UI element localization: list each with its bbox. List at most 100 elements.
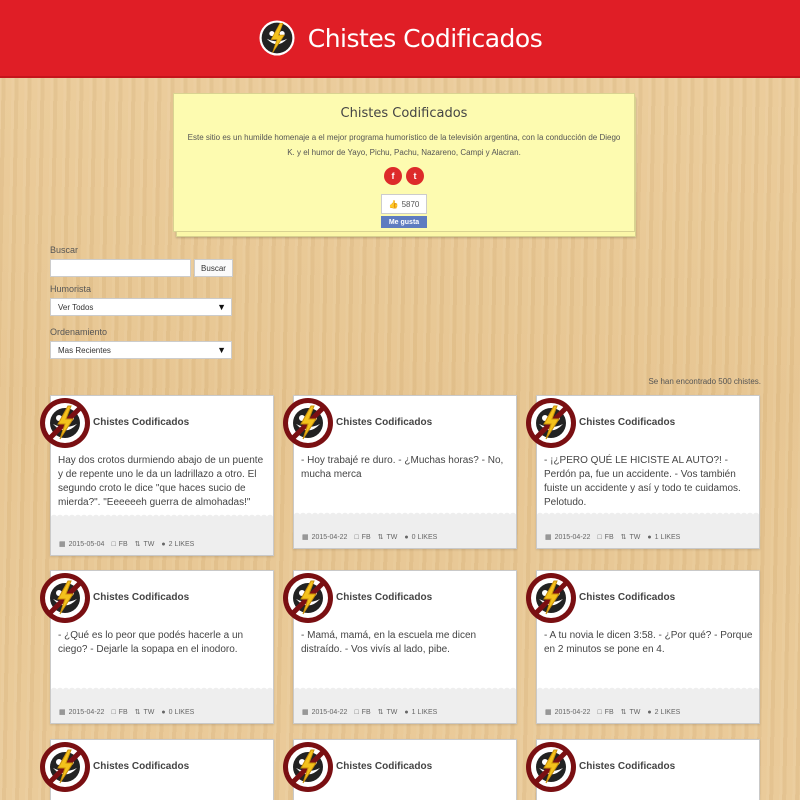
avatar-icon[interactable] [282,397,334,449]
joke-card: Chistes Codificados - Hoy trabajé re dur… [293,395,517,549]
about-description: Este sitio es un humilde homenaje a el m… [187,133,621,157]
likes-label: 2 LIKES [654,708,681,716]
fb-label: FB [604,533,614,541]
share-facebook[interactable]: □ FB [597,534,613,541]
share-twitter[interactable]: ⇅ TW [134,708,155,717]
card-author[interactable]: Chistes Codificados [336,761,432,772]
share-twitter[interactable]: ⇅ TW [378,708,398,717]
logo-icon[interactable] [258,19,296,57]
folder-icon: □ [597,533,602,541]
like-count: 5870 [401,199,420,209]
joke-card: Chistes Codificados Hay dos crotos durmi… [50,395,274,556]
share-facebook[interactable]: □ FB [111,709,127,716]
folder-icon: □ [354,708,359,716]
joke-card: Chistes Codificados - A tu novia le dice… [536,570,760,724]
card-author[interactable]: Chistes Codificados [579,592,675,603]
avatar-icon[interactable] [282,741,334,793]
like-action[interactable]: ● 2 LIKES [647,709,680,716]
order-select[interactable]: Mas Recientes ▼ [50,341,232,359]
card-date: 2015-05-04 [68,540,105,548]
card-text: - ¿Qué es lo peor que podés hacerle a un… [58,630,244,655]
likes-label: 0 LIKES [411,533,438,541]
tw-label: TW [629,708,641,716]
about-title: Chistes Codificados [340,106,468,121]
joke-card: Chistes Codificados - Mamá, mamá, en la … [293,570,517,724]
heart-icon: ● [404,533,409,541]
avatar-icon[interactable] [39,572,91,624]
avatar-icon[interactable] [282,572,334,624]
share-facebook[interactable]: □ FB [354,709,370,716]
avatar-icon[interactable] [39,741,91,793]
card-author[interactable]: Chistes Codificados [336,417,432,428]
share-twitter[interactable]: ⇅ TW [377,533,398,542]
tw-label: TW [386,533,398,541]
thumbs-up-icon: 👍 [388,199,399,209]
folder-icon: □ [111,540,116,548]
avatar-icon[interactable] [525,741,577,793]
card-footer: ▦ 2015-04-22 □ FB ⇅ TW ● 2 LIKES [537,686,759,723]
card-author[interactable]: Chistes Codificados [579,761,675,772]
search-button[interactable]: Buscar [194,259,233,277]
share-twitter[interactable]: ⇅ TW [135,540,155,549]
card-author[interactable]: Chistes Codificados [93,592,189,603]
joke-card: Chistes Codificados - ¿Qué es lo peor qu… [50,570,274,724]
card-author[interactable]: Chistes Codificados [579,417,675,428]
share-facebook[interactable]: □ FB [111,541,127,548]
search-input[interactable] [50,259,191,277]
about-note: Chistes Codificados Este sitio es un hum… [173,93,637,237]
like-action[interactable]: ● 1 LIKES [404,709,437,716]
avatar-icon[interactable] [525,397,577,449]
card-date: 2015-04-22 [68,708,105,716]
like-action[interactable]: ● 0 LIKES [161,709,194,716]
retweet-icon: ⇅ [620,534,627,541]
fb-label: FB [118,540,128,548]
card-date: 2015-04-22 [311,533,348,541]
folder-icon: □ [597,708,602,716]
caret-down-icon: ▼ [217,345,226,355]
share-facebook[interactable]: □ FB [597,709,613,716]
calendar-icon: ▦ [59,709,66,716]
joke-card: Chistes Codificados [536,739,760,800]
card-author[interactable]: Chistes Codificados [93,417,189,428]
avatar-icon[interactable] [39,397,91,449]
card-footer: ▦ 2015-05-04 □ FB ⇅ TW ● 2 LIKES [51,513,273,555]
retweet-icon: ⇅ [620,709,627,716]
share-facebook[interactable]: □ FB [354,534,370,541]
heart-icon: ● [647,533,652,541]
like-button[interactable]: Me gusta [381,216,427,228]
likes-label: 0 LIKES [168,708,195,716]
like-button-label: Me gusta [388,218,420,226]
like-action[interactable]: ● 1 LIKES [647,534,680,541]
like-action[interactable]: ● 0 LIKES [404,534,437,541]
folder-icon: □ [354,533,359,541]
card-text: - ¡¿PERO QUÉ LE HICISTE AL AUTO?! - Perd… [544,455,741,508]
retweet-icon: ⇅ [377,534,384,541]
facebook-icon[interactable]: f [384,167,402,185]
heart-icon: ● [404,708,409,716]
heart-icon: ● [161,540,166,548]
card-author[interactable]: Chistes Codificados [93,761,189,772]
card-text: Hay dos crotos durmiendo abajo de un pue… [58,455,264,508]
like-action[interactable]: ● 2 LIKES [161,541,194,548]
about-note-card: Chistes Codificados Este sitio es un hum… [173,93,635,232]
share-twitter[interactable]: ⇅ TW [620,533,641,542]
order-label: Ordenamiento [50,327,108,337]
site-title[interactable]: Chistes Codificados [308,24,543,53]
card-footer: ▦ 2015-04-22 □ FB ⇅ TW ● 0 LIKES [51,686,273,723]
card-footer: ▦ 2015-04-22 □ FB ⇅ TW ● 1 LIKES [537,511,759,548]
humorist-label: Humorista [50,284,92,294]
avatar-icon[interactable] [525,572,577,624]
joke-card: Chistes Codificados - ¡¿PERO QUÉ LE HICI… [536,395,760,549]
likes-label: 2 LIKES [168,540,195,548]
joke-card: Chistes Codificados [293,739,517,800]
twitter-icon[interactable]: t [406,167,424,185]
card-author[interactable]: Chistes Codificados [336,592,432,603]
order-value: Mas Recientes [58,345,111,355]
calendar-icon: ▦ [302,534,309,541]
fb-label: FB [604,708,614,716]
share-twitter[interactable]: ⇅ TW [620,708,641,717]
tw-label: TW [143,708,155,716]
site-header: Chistes Codificados [0,0,800,78]
retweet-icon: ⇅ [134,709,141,716]
humorist-select[interactable]: Ver Todos ▼ [50,298,232,316]
